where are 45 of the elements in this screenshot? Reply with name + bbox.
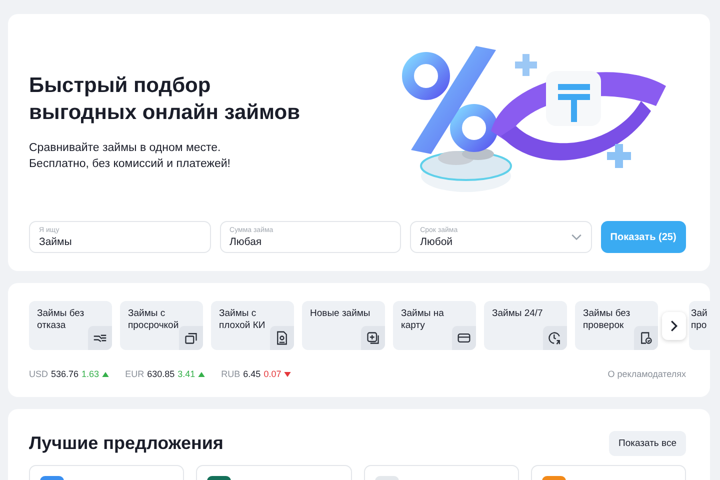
- category-tile[interactable]: Займы с плохой КИ: [211, 301, 294, 350]
- triangle-up-icon: [102, 372, 110, 376]
- section-title: Лучшие предложения: [29, 433, 224, 454]
- rate-change: 0.07: [264, 369, 282, 379]
- triangle-down-icon: [284, 372, 292, 376]
- category-label: Займы на карту: [401, 308, 445, 332]
- hero-subtitle: Бесплатно, без комиссий и платежей!: [29, 157, 232, 172]
- document-icon: [270, 326, 294, 350]
- category-tile[interactable]: Займы без отказа: [29, 301, 112, 350]
- category-tile[interactable]: Займы 24/7: [484, 301, 567, 350]
- category-tile[interactable]: Займы с просрочкой: [120, 301, 203, 350]
- field-value: Любая: [230, 234, 263, 248]
- category-tile[interactable]: Зай про: [689, 301, 710, 350]
- exchange-rate: 6.45: [243, 369, 261, 379]
- show-all-button[interactable]: Показать все: [609, 431, 686, 456]
- exchange-rate: 536.76: [51, 369, 79, 379]
- currency-code: USD: [29, 369, 48, 379]
- category-tile[interactable]: Займы без проверок: [575, 301, 658, 350]
- chevron-down-icon: [570, 234, 582, 240]
- exchange-rate: 630.85: [147, 369, 175, 379]
- triangle-up-icon: [198, 372, 206, 376]
- card-icon: [452, 326, 476, 350]
- clock-icon: [543, 326, 567, 350]
- chevron-right-icon: [670, 320, 678, 332]
- currency-code: EUR: [125, 369, 144, 379]
- cards-icon: [179, 326, 203, 350]
- category-label: Зай про: [691, 308, 708, 332]
- category-label: Займы 24/7: [492, 308, 544, 320]
- field-value: Займы: [39, 234, 72, 248]
- currency-code: RUB: [221, 369, 240, 379]
- plus-icon: [361, 326, 385, 350]
- field-value: Любой: [420, 234, 454, 248]
- hero-subtitle: Сравнивайте займы в одном месте.: [29, 141, 222, 156]
- rate-change: 3.41: [178, 369, 196, 379]
- category-label: Займы с плохой КИ: [219, 308, 266, 332]
- category-label: Новые займы: [310, 308, 372, 320]
- category-tile[interactable]: Новые займы: [302, 301, 385, 350]
- category-label: Займы без отказа: [37, 308, 86, 332]
- category-label: Займы с просрочкой: [128, 308, 180, 332]
- category-label: Займы без проверок: [583, 308, 632, 332]
- check-icon: [634, 326, 658, 350]
- next-arrow-button[interactable]: [662, 312, 686, 340]
- category-tile[interactable]: Займы на карту: [393, 301, 476, 350]
- hero-title: Быстрый подбор выгодных онлайн займов: [29, 73, 302, 126]
- rate-change: 1.63: [82, 369, 100, 379]
